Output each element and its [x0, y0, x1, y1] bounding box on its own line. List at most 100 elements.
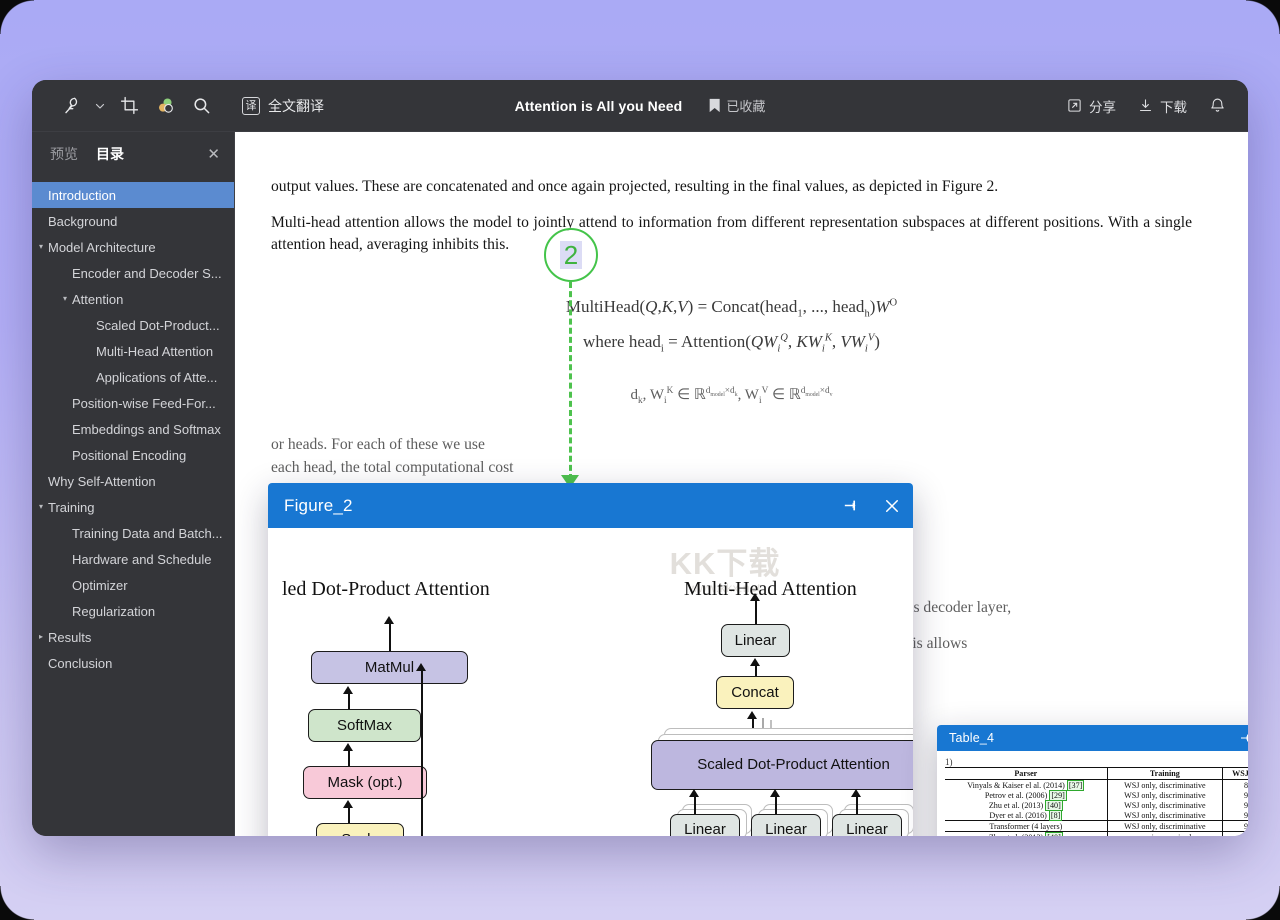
sidebar-item-label: Scaled Dot-Product...	[96, 318, 220, 333]
sidebar-item-background[interactable]: Background	[32, 208, 234, 234]
table-row: Petrov et al. (2006) [29]WSJ only, discr…	[945, 790, 1248, 800]
cell-f1: 88.3	[1223, 780, 1248, 791]
sidebar-item-label: Why Self-Attention	[48, 474, 156, 489]
column-header-f1: WSJ 23 F1	[1223, 768, 1248, 780]
paragraph-2: Multi-head attention allows the model to…	[271, 212, 1192, 256]
figure-popup-title: Figure_2	[284, 496, 353, 516]
share-label: 分享	[1089, 96, 1116, 116]
diagram-arrow-head	[384, 616, 394, 624]
block-matmul-top: MatMul	[311, 651, 468, 684]
results-table: Parser Training WSJ 23 F1 Vinyals & Kais…	[945, 767, 1248, 836]
citation-ref[interactable]: [29]	[1049, 790, 1066, 801]
sidebar-item-training[interactable]: ▾Training	[32, 494, 234, 520]
download-button[interactable]: 下载	[1138, 96, 1187, 116]
download-label: 下载	[1160, 96, 1187, 116]
close-icon[interactable]	[883, 497, 901, 515]
tab-outline[interactable]: 目录	[96, 144, 124, 164]
table-popup-titlebar[interactable]: Table_4	[937, 725, 1248, 751]
sidebar-item-introduction[interactable]: Introduction	[32, 182, 234, 208]
block-scaled-dot-product-attention: Scaled Dot-Product Attention	[651, 740, 913, 790]
sidebar-item-label: Positional Encoding	[72, 448, 186, 463]
chevron-down-icon[interactable]	[90, 89, 110, 123]
diagram-arrow-head	[416, 663, 426, 671]
citation-ref[interactable]: [37]	[1067, 780, 1084, 791]
annotation-connector-line	[569, 282, 572, 480]
figure-popup-titlebar[interactable]: Figure_2	[268, 483, 913, 528]
disclosure-caret-icon[interactable]: ▸	[34, 633, 48, 641]
share-icon	[1067, 98, 1082, 113]
toolbar-center-group: Attention is All you Need 已收藏	[515, 96, 766, 115]
disclosure-caret-icon[interactable]: ▾	[58, 295, 72, 303]
sidebar-item-label: Hardware and Schedule	[72, 552, 211, 567]
share-button[interactable]: 分享	[1067, 96, 1116, 116]
tab-preview[interactable]: 预览	[50, 144, 78, 164]
cell-training: WSJ only, discriminative	[1107, 821, 1222, 832]
column-header-parser: Parser	[945, 768, 1107, 780]
color-circles-icon[interactable]	[148, 89, 182, 123]
sidebar-item-results[interactable]: ▸Results	[32, 624, 234, 650]
sidebar-item-applications-of-atte[interactable]: Applications of Atte...	[32, 364, 234, 390]
sidebar-item-regularization[interactable]: Regularization	[32, 598, 234, 624]
sidebar-item-position-wise-feed-for[interactable]: Position-wise Feed-For...	[32, 390, 234, 416]
sidebar-item-label: Training	[48, 500, 94, 515]
sidebar-item-encoder-and-decoder-s[interactable]: Encoder and Decoder S...	[32, 260, 234, 286]
download-icon	[1138, 98, 1153, 113]
block-linear-k: Linear	[751, 814, 821, 836]
sidebar-item-scaled-dot-product[interactable]: Scaled Dot-Product...	[32, 312, 234, 338]
favorite-button[interactable]: 已收藏	[708, 96, 765, 115]
search-icon[interactable]	[184, 89, 218, 123]
sidebar-item-model-architecture[interactable]: ▾Model Architecture	[32, 234, 234, 260]
diagram-arrow-head	[343, 686, 353, 694]
sidebar-item-training-data-and-batch[interactable]: Training Data and Batch...	[32, 520, 234, 546]
close-icon[interactable]: ✕	[207, 147, 220, 162]
pin-icon[interactable]	[842, 497, 859, 514]
sidebar-item-label: Model Architecture	[48, 240, 156, 255]
diagram-arrow-head	[343, 743, 353, 751]
sidebar: 预览 目录 ✕ IntroductionBackground▾Model Arc…	[32, 132, 235, 836]
sidebar-item-embeddings-and-softmax[interactable]: Embeddings and Softmax	[32, 416, 234, 442]
toolbar-left-group: 译 全文翻译	[32, 89, 332, 123]
citation-ref[interactable]: [40]	[1045, 832, 1062, 837]
sidebar-item-optimizer[interactable]: Optimizer	[32, 572, 234, 598]
annotation-number: 2	[560, 241, 582, 270]
diagram-arrow-head	[689, 789, 699, 797]
block-linear-out: Linear	[721, 624, 790, 657]
disclosure-caret-icon[interactable]: ▾	[34, 243, 48, 251]
pin-icon[interactable]	[1239, 732, 1248, 744]
table-popup-window[interactable]: Table_4 1) Parser Training WSJ 23 F1	[937, 725, 1248, 836]
figure-popup-window[interactable]: Figure_2 KK下载 www.kkx.net led Dot-Produc…	[268, 483, 913, 836]
translate-button[interactable]: 译 全文翻译	[234, 91, 332, 121]
disclosure-caret-icon[interactable]: ▾	[34, 503, 48, 511]
fragment-heads-1: or heads. For each of these we use	[271, 434, 1188, 456]
diagram-arrow	[694, 796, 696, 814]
annotate-pen-icon[interactable]	[54, 89, 88, 123]
citation-ref[interactable]: [8]	[1049, 810, 1062, 821]
sidebar-item-why-self-attention[interactable]: Why Self-Attention	[32, 468, 234, 494]
annotation-marker[interactable]: 2	[544, 228, 598, 282]
cell-training: semi-supervised	[1107, 832, 1222, 837]
sidebar-item-label: Results	[48, 630, 91, 645]
table-popup-title: Table_4	[949, 731, 994, 745]
table-row: Vinyals & Kaiser el al. (2014) [37]WSJ o…	[945, 780, 1248, 791]
diagram-arrow-head	[747, 711, 757, 719]
citation-ref[interactable]: [40]	[1045, 800, 1062, 811]
sidebar-item-attention[interactable]: ▾Attention	[32, 286, 234, 312]
sidebar-item-conclusion[interactable]: Conclusion	[32, 650, 234, 676]
crop-icon[interactable]	[112, 89, 146, 123]
sidebar-item-label: Regularization	[72, 604, 155, 619]
figure-heading-right: Multi-Head Attention	[684, 578, 857, 601]
figure-popup-actions	[842, 497, 901, 515]
sidebar-item-positional-encoding[interactable]: Positional Encoding	[32, 442, 234, 468]
block-mask: Mask (opt.)	[303, 766, 427, 799]
cell-parser: Transformer (4 layers)	[945, 821, 1107, 832]
projection-line: dk, WiK ∈ ℝdmodel×dk, WiV ∈ ℝdmodel×dv	[271, 385, 1192, 406]
table-row: Transformer (4 layers) WSJ only, discrim…	[945, 821, 1248, 832]
notification-bell-icon[interactable]	[1209, 97, 1226, 114]
sidebar-item-multi-head-attention[interactable]: Multi-Head Attention	[32, 338, 234, 364]
sidebar-item-label: Encoder and Decoder S...	[72, 266, 222, 281]
diagram-arrow	[389, 623, 391, 653]
sidebar-item-label: Multi-Head Attention	[96, 344, 213, 359]
cell-parser: Vinyals & Kaiser el al. (2014) [37]	[945, 780, 1107, 791]
sidebar-item-hardware-and-schedule[interactable]: Hardware and Schedule	[32, 546, 234, 572]
cell-f1: 91.3	[1223, 821, 1248, 832]
